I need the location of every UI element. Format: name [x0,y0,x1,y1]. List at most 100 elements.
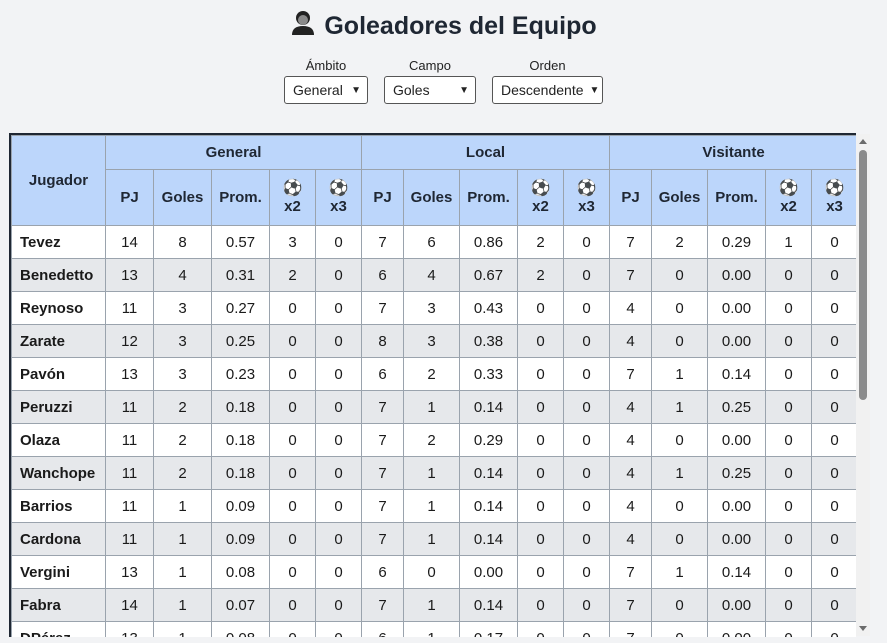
col-header-x2[interactable]: ⚽ x2 [765,169,813,226]
col-header-x3[interactable]: ⚽ x3 [315,169,362,226]
col-header-goles[interactable]: Goles [153,169,212,226]
table-cell: 13 [105,357,154,391]
table-cell: 0 [811,522,856,556]
table-cell: 0 [315,555,362,589]
table-cell: 7 [361,522,404,556]
chevron-down-icon: ▼ [589,84,600,96]
table-cell: 1 [153,555,212,589]
table-cell: 0.43 [459,291,518,325]
soccer-ball-icon: ⚽ [778,180,799,197]
table-cell: 0.38 [459,324,518,358]
col-header-goles[interactable]: Goles [403,169,460,226]
table-cell: 0.67 [459,258,518,292]
col-header-prom[interactable]: Prom. [707,169,767,226]
col-header-pj[interactable]: PJ [609,169,653,226]
col-header-pj[interactable]: PJ [361,169,404,226]
table-cell: 0 [765,258,813,292]
table-cell: 0 [811,423,856,457]
col-header-label: x3 [578,198,595,215]
group-header-general: General [105,135,362,170]
player-icon [290,9,316,45]
col-header-x3[interactable]: ⚽ x3 [811,169,856,226]
orden-select[interactable]: Descendente ▼ [492,76,603,104]
table-cell: 0 [562,390,611,424]
soccer-ball-icon: ⚽ [282,180,303,197]
table-cell: 0 [765,291,813,325]
table-cell: 0 [811,324,856,358]
player-name: DPérez [11,621,106,637]
table-cell: 0.17 [459,621,518,637]
player-name: Zarate [11,324,106,358]
table-row: Olaza 11 2 0.18 0 0 7 2 0.29 0 0 4 0 0.00 0 0 [11,423,856,457]
table-cell: 0 [562,258,611,292]
table-cell: 0.57 [211,225,270,259]
table-cell: 6 [361,555,404,589]
table-cell: 0 [517,489,564,523]
scrollbar-thumb[interactable] [859,150,867,400]
table-cell: 2 [517,225,564,259]
campo-select[interactable]: Goles ▼ [384,76,476,104]
col-header-x3[interactable]: ⚽ x3 [562,169,611,226]
table-cell: 8 [361,324,404,358]
table-cell: 2 [153,423,212,457]
table-cell: 0 [651,621,709,637]
table-cell: 1 [403,489,460,523]
table-cell: 0 [403,555,460,589]
table-scrollbar[interactable] [856,134,870,636]
col-header-x2[interactable]: ⚽ x2 [269,169,316,226]
table-cell: 0 [811,555,856,589]
col-header-prom[interactable]: Prom. [211,169,270,226]
table-cell: 2 [517,258,564,292]
col-header-x2[interactable]: ⚽ x2 [517,169,564,226]
table-cell: 0 [562,489,611,523]
table-cell: 1 [651,357,709,391]
table-cell: 1 [403,522,460,556]
table-row: Pavón 13 3 0.23 0 0 6 2 0.33 0 0 7 1 0.14 0 0 [11,357,856,391]
table-cell: 1 [153,522,212,556]
table-cell: 0.14 [459,588,518,622]
table-cell: 1 [403,456,460,490]
table-cell: 0 [765,489,813,523]
table-cell: 0 [811,291,856,325]
table-cell: 0 [811,489,856,523]
player-name: Fabra [11,588,106,622]
table-cell: 0 [651,324,709,358]
table-cell: 1 [403,588,460,622]
scorers-table-container[interactable]: Jugador General Local Visitante PJ Goles P… [9,133,856,637]
filter-controls: Ámbito General ▼ Campo Goles ▼ Orden Des… [0,58,887,104]
table-cell: 13 [105,555,154,589]
col-header-label: x2 [284,198,301,215]
col-header-jugador[interactable]: Jugador [11,135,106,226]
table-cell: 0.86 [459,225,518,259]
table-cell: 7 [609,555,653,589]
table-cell: 11 [105,522,154,556]
table-cell: 2 [403,357,460,391]
soccer-ball-icon: ⚽ [530,180,551,197]
col-header-label: Goles [161,189,204,206]
table-cell: 0 [269,588,316,622]
table-cell: 1 [765,225,813,259]
table-cell: 0.18 [211,390,270,424]
table-cell: 0.00 [707,489,767,523]
col-header-pj[interactable]: PJ [105,169,154,226]
col-header-prom[interactable]: Prom. [459,169,518,226]
player-name: Wanchope [11,456,106,490]
table-cell: 7 [609,225,653,259]
table-cell: 6 [361,621,404,637]
orden-value: Descendente [501,82,584,98]
ambito-select[interactable]: General ▼ [284,76,368,104]
table-row: Cardona 11 1 0.09 0 0 7 1 0.14 0 0 4 0 0.00 0 0 [11,522,856,556]
table-cell: 0 [651,522,709,556]
table-cell: 0.31 [211,258,270,292]
table-cell: 12 [105,324,154,358]
table-cell: 14 [105,588,154,622]
scroll-down-icon[interactable] [859,626,867,631]
table-cell: 7 [361,588,404,622]
scroll-up-icon[interactable] [859,139,867,144]
table-cell: 0 [765,522,813,556]
player-name: Olaza [11,423,106,457]
table-cell: 7 [361,390,404,424]
table-cell: 0.00 [707,522,767,556]
table-cell: 0 [315,291,362,325]
col-header-goles[interactable]: Goles [651,169,709,226]
